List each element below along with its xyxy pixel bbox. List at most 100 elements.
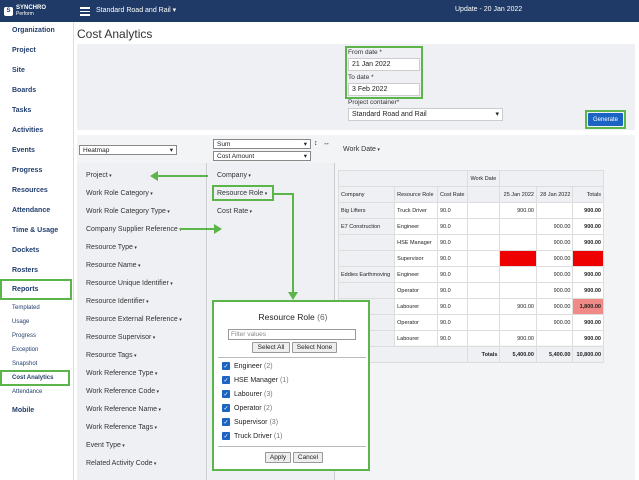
checkbox-checked-icon[interactable]: ✓ [222,418,230,426]
cell-rate: 90.0 [436,330,469,347]
checkbox-checked-icon[interactable]: ✓ [222,362,230,370]
resource-role-filter-popup: Resource Role (6) Filter values Select A… [212,300,370,471]
sidebar-sub-progress[interactable]: Progress [12,333,36,339]
project-container-select[interactable]: Standard Road and Rail ▾ [348,108,503,121]
cell-t: 1,800.00 [572,250,604,267]
field-work-role-category-type[interactable]: Work Role Category Type [86,208,170,215]
popup-title-count: (6) [317,312,328,322]
sidebar-sub-usage[interactable]: Usage [12,319,29,325]
col-header-25-jan: 25 Jan 2022 [499,186,537,203]
table-row: HSE Manager 90.0 900.00 900.00 [337,234,604,251]
sidebar-item-site[interactable]: Site [12,67,25,74]
cell-d1 [499,234,537,251]
field-resource-name[interactable]: Resource Name [86,262,140,269]
field-resource-identifier[interactable]: Resource Identifier [86,298,149,305]
cell-role: Truck Driver [394,202,438,219]
col-field-work-date[interactable]: Work Date [343,146,380,153]
field-work-reference-code[interactable]: Work Reference Code [86,388,159,395]
field-resource-type[interactable]: Resource Type [86,244,137,251]
cell-d1 [499,282,537,299]
sidebar-sub-attendance[interactable]: Attendance [12,389,42,395]
row-field-company[interactable]: Company [217,172,251,179]
swap-icon[interactable]: ↔ [323,140,330,147]
value-item-hse-manager[interactable]: ✓ HSE Manager (1) [222,376,289,384]
cell-role: Supervisor [394,250,438,267]
sidebar-item-organization[interactable]: Organization [12,27,55,34]
renderer-select[interactable]: Heatmap ▾ [79,145,177,155]
field-related-activity-code[interactable]: Related Activity Code [86,460,156,467]
menu-icon[interactable] [80,5,90,16]
project-selector[interactable]: Standard Road and Rail ▾ [96,6,176,14]
sidebar-item-boards[interactable]: Boards [12,87,36,94]
value-label: Truck Driver [234,432,272,440]
sidebar-item-progress[interactable]: Progress [12,167,42,174]
field-work-reference-type[interactable]: Work Reference Type [86,370,157,377]
cell-rate: 90.0 [436,282,469,299]
sort-icon[interactable]: ↕ [314,140,318,147]
field-work-reference-tags[interactable]: Work Reference Tags [86,424,157,431]
sidebar-item-activities[interactable]: Activities [12,127,43,134]
sidebar-sub-snapshot[interactable]: Snapshot [12,361,37,367]
value-count: (2) [263,404,273,412]
field-resource-external-reference[interactable]: Resource External Reference [86,316,182,323]
field-resource-unique-identifier[interactable]: Resource Unique Identifier [86,280,173,287]
chevron-down-icon: ▾ [303,140,307,148]
cell-blank [467,202,501,219]
field-event-type[interactable]: Event Type [86,442,125,449]
field-work-reference-name[interactable]: Work Reference Name [86,406,161,413]
synchro-logo[interactable]: S SYNCHRO Perform [0,0,64,22]
renderer-value: Heatmap [83,146,110,154]
cancel-button[interactable]: Cancel [293,452,323,463]
value-label: HSE Manager [234,376,278,384]
value-item-labourer[interactable]: ✓ Labourer (3) [222,390,273,398]
col-header-blank [467,186,501,203]
value-item-supervisor[interactable]: ✓ Supervisor (3) [222,418,278,426]
sidebar-item-time-usage[interactable]: Time & Usage [12,227,58,234]
aggregate-field-select[interactable]: Cost Amount ▾ [213,151,311,161]
aggregator-select[interactable]: Sum ▾ [213,139,311,149]
sidebar-sub-templated[interactable]: Templated [12,305,40,311]
sidebar-item-project[interactable]: Project [12,47,36,54]
sidebar-item-dockets[interactable]: Dockets [12,247,39,254]
sidebar-item-tasks[interactable]: Tasks [12,107,31,114]
cell-blank [467,298,501,315]
field-company-supplier-reference[interactable]: Company Supplier Reference [86,226,182,233]
value-item-truck-driver[interactable]: ✓ Truck Driver (1) [222,432,282,440]
field-work-role-category[interactable]: Work Role Category [86,190,153,197]
arrow-right-head-icon [214,224,222,234]
value-label: Engineer [234,362,263,370]
sidebar-item-mobile[interactable]: Mobile [12,407,34,414]
arrow-left-head-icon [150,171,158,181]
col-header-cost-rate: Cost Rate [436,186,469,203]
filter-values-input[interactable]: Filter values [228,329,356,340]
field-resource-tags[interactable]: Resource Tags [86,352,136,359]
update-selector[interactable]: Update - 20 Jan 2022 [455,6,522,13]
cell-t: 900.00 [572,314,604,331]
cell-rate: 90.0 [436,298,469,315]
field-project[interactable]: Project [86,172,112,179]
arrow-line [156,175,208,177]
select-none-button[interactable]: Select None [292,342,337,353]
checkbox-checked-icon[interactable]: ✓ [222,376,230,384]
sidebar-item-resources[interactable]: Resources [12,187,48,194]
table-row: HireLabourer90.0900.00900.00 [337,330,604,347]
sidebar-item-events[interactable]: Events [12,147,35,154]
cell-d2: 900.00 [535,282,574,299]
sidebar-item-attendance[interactable]: Attendance [12,207,50,214]
checkbox-checked-icon[interactable]: ✓ [222,432,230,440]
row-field-cost-rate[interactable]: Cost Rate [217,208,252,215]
checkbox-checked-icon[interactable]: ✓ [222,404,230,412]
apply-button[interactable]: Apply [265,452,291,463]
value-item-operator[interactable]: ✓ Operator (2) [222,404,272,412]
checkbox-checked-icon[interactable]: ✓ [222,390,230,398]
cell-company [337,282,396,299]
field-resource-supervisor[interactable]: Resource Supervisor [86,334,155,341]
cell-role: Engineer [394,218,438,235]
totals-label: Totals [467,346,501,363]
cell-d1: 900.00 [499,202,537,219]
sidebar-item-rosters[interactable]: Rosters [12,267,38,274]
value-item-engineer[interactable]: ✓ Engineer (2) [222,362,273,370]
select-all-button[interactable]: Select All [252,342,290,353]
sidebar-sub-exception[interactable]: Exception [12,347,38,353]
table-row: Labourer 90.0 900.00 900.00 1,800.00 [337,298,604,315]
